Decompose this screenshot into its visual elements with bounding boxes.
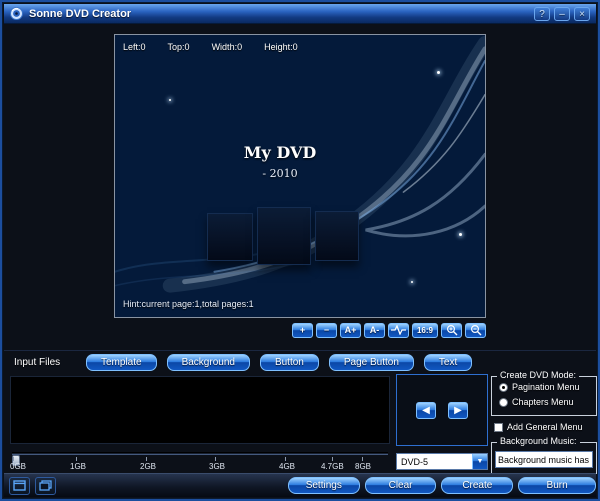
create-dvd-mode-title: Create DVD Mode: bbox=[497, 370, 579, 380]
disc-type-select[interactable]: DVD-5 ▼ bbox=[396, 453, 488, 470]
zoom-out-button[interactable] bbox=[465, 323, 486, 338]
add-item-button[interactable]: + bbox=[292, 323, 313, 338]
capacity-tick bbox=[76, 457, 77, 461]
help-button[interactable]: ? bbox=[534, 7, 550, 21]
coord-top: Top:0 bbox=[168, 42, 190, 52]
waveform-icon bbox=[391, 325, 406, 335]
font-decrease-button[interactable]: A- bbox=[364, 323, 385, 338]
radio-unselected-icon[interactable] bbox=[499, 398, 508, 407]
dvd-menu-title[interactable]: My DVD bbox=[115, 143, 445, 162]
tab-page-button[interactable]: Page Button bbox=[329, 354, 414, 371]
next-page-button[interactable]: ▶ bbox=[448, 402, 468, 419]
remove-item-button[interactable]: − bbox=[316, 323, 337, 338]
capacity-label: 3GB bbox=[209, 462, 225, 471]
window-icon bbox=[13, 480, 26, 491]
zoom-in-button[interactable] bbox=[441, 323, 462, 338]
window-controls: ? – × bbox=[534, 7, 590, 21]
sparkle-icon bbox=[169, 99, 171, 101]
sparkle-icon bbox=[459, 233, 462, 236]
coord-left: Left:0 bbox=[123, 42, 146, 52]
checkbox-icon[interactable] bbox=[494, 423, 503, 432]
create-button[interactable]: Create bbox=[441, 477, 513, 494]
background-music-group: Background Music: Background music has n… bbox=[491, 442, 597, 474]
chevron-down-icon: ▼ bbox=[477, 458, 484, 465]
capacity-label: 0GB bbox=[10, 462, 26, 471]
selection-coordinates: Left:0 Top:0 Width:0 Height:0 bbox=[123, 42, 298, 52]
capacity-tick bbox=[13, 457, 14, 461]
add-general-menu-option[interactable]: Add General Menu bbox=[494, 422, 583, 432]
capacity-label: 2GB bbox=[140, 462, 156, 471]
capacity-label: 8GB bbox=[355, 462, 371, 471]
input-files-label: Input Files bbox=[14, 357, 86, 368]
page-navigation: ◀ ▶ bbox=[396, 374, 488, 446]
font-increase-button[interactable]: A+ bbox=[340, 323, 361, 338]
capacity-label: 4GB bbox=[279, 462, 295, 471]
minimize-button[interactable]: – bbox=[554, 7, 570, 21]
clear-button[interactable]: Clear bbox=[365, 477, 437, 494]
capacity-label: 1GB bbox=[70, 462, 86, 471]
chapter-thumbnail[interactable] bbox=[207, 213, 253, 261]
aspect-ratio-label: 16:9 bbox=[417, 326, 433, 335]
font-increase-icon: A+ bbox=[345, 325, 357, 335]
tab-background[interactable]: Background bbox=[167, 354, 250, 371]
cascade-windows-icon bbox=[39, 480, 52, 491]
chapter-thumbnail[interactable] bbox=[257, 207, 311, 265]
chapters-menu-label: Chapters Menu bbox=[512, 397, 574, 407]
tab-template[interactable]: Template bbox=[86, 354, 157, 371]
coord-height: Height:0 bbox=[264, 42, 298, 52]
minus-icon: − bbox=[324, 325, 329, 335]
burn-button[interactable]: Burn bbox=[518, 477, 596, 494]
chapters-menu-option[interactable]: Chapters Menu bbox=[499, 397, 596, 407]
dropdown-button[interactable]: ▼ bbox=[472, 454, 487, 469]
create-dvd-mode-group: Create DVD Mode: Pagination Menu Chapter… bbox=[491, 376, 597, 416]
app-logo-icon bbox=[10, 7, 23, 20]
zoom-out-icon bbox=[470, 324, 482, 336]
input-files-list[interactable] bbox=[10, 376, 390, 444]
close-button[interactable]: × bbox=[574, 7, 590, 21]
tab-button[interactable]: Button bbox=[260, 354, 319, 371]
radio-selected-icon[interactable] bbox=[499, 383, 508, 392]
capacity-label: 4.7GB bbox=[321, 462, 344, 471]
view-tool-button-1[interactable] bbox=[9, 477, 30, 495]
capacity-tick bbox=[146, 457, 147, 461]
bottom-bar: Settings Clear Create Burn bbox=[4, 473, 596, 497]
capacity-tick bbox=[285, 457, 286, 461]
window-title: Sonne DVD Creator bbox=[29, 8, 534, 20]
app-window: Sonne DVD Creator ? – × Left:0 Top:0 bbox=[0, 0, 600, 501]
disc-type-value: DVD-5 bbox=[397, 457, 472, 467]
page-hint: Hint:current page:1,total pages:1 bbox=[123, 299, 254, 309]
aspect-ratio-button[interactable]: 16:9 bbox=[412, 323, 438, 338]
previous-page-button[interactable]: ◀ bbox=[416, 402, 436, 419]
capacity-tick bbox=[215, 457, 216, 461]
tab-text[interactable]: Text bbox=[424, 354, 472, 371]
add-general-menu-label: Add General Menu bbox=[507, 422, 583, 432]
dvd-menu-subtitle[interactable]: - 2010 bbox=[115, 167, 445, 180]
zoom-in-icon bbox=[446, 324, 458, 336]
plus-icon: + bbox=[300, 325, 305, 335]
sparkle-icon bbox=[411, 281, 413, 283]
background-music-title: Background Music: bbox=[497, 436, 580, 446]
pagination-menu-label: Pagination Menu bbox=[512, 382, 580, 392]
capacity-tick bbox=[332, 457, 333, 461]
titlebar[interactable]: Sonne DVD Creator ? – × bbox=[4, 4, 596, 24]
arrow-left-icon: ◀ bbox=[422, 405, 430, 416]
settings-button[interactable]: Settings bbox=[288, 477, 360, 494]
background-music-field[interactable]: Background music has no bbox=[495, 451, 593, 468]
pagination-menu-option[interactable]: Pagination Menu bbox=[499, 382, 596, 392]
arrow-right-icon: ▶ bbox=[454, 405, 462, 416]
disc-capacity-gauge: 0GB 1GB 2GB 3GB 4GB 4.7GB 8GB bbox=[10, 446, 390, 472]
view-tool-button-2[interactable] bbox=[35, 477, 56, 495]
chapter-thumbnail[interactable] bbox=[315, 211, 359, 261]
capacity-track[interactable] bbox=[12, 452, 388, 455]
coord-width: Width:0 bbox=[212, 42, 243, 52]
menu-preview-canvas[interactable]: Left:0 Top:0 Width:0 Height:0 My DVD - 2… bbox=[114, 34, 486, 318]
font-decrease-icon: A- bbox=[370, 325, 380, 335]
audio-button[interactable] bbox=[388, 323, 409, 338]
sparkle-icon bbox=[437, 71, 440, 74]
preview-toolbar: + − A+ A- 16:9 bbox=[114, 322, 486, 338]
capacity-tick bbox=[362, 457, 363, 461]
